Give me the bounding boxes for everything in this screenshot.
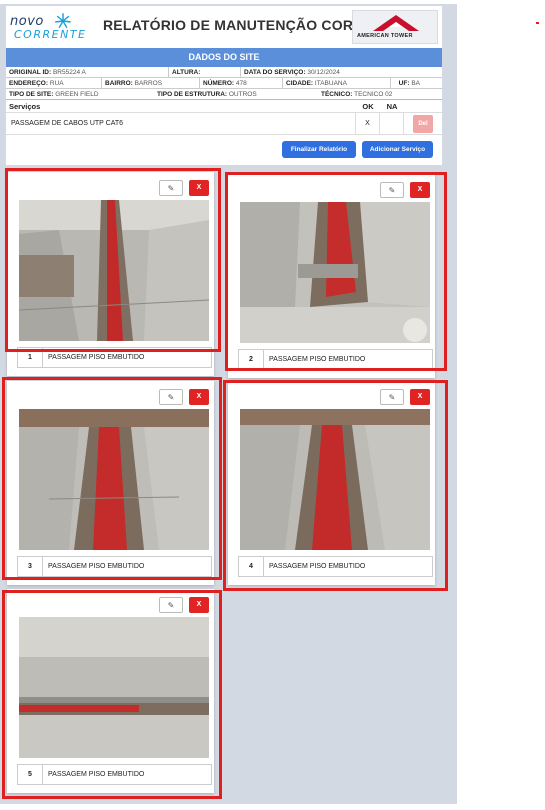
uf-cell: UF: BA xyxy=(398,80,420,87)
highlight-frame-2 xyxy=(225,172,447,371)
finalizar-relatorio-button[interactable]: Finalizar Relatório xyxy=(282,141,356,158)
section-title-band: DADOS DO SITE xyxy=(6,48,442,67)
highlight-frame-4 xyxy=(223,380,448,591)
novo-corrente-logo: novo CORRENTE xyxy=(10,13,87,41)
highlight-frame-5 xyxy=(2,590,222,799)
service-row: PASSAGEM DE CABOS UTP CAT6 X Del xyxy=(6,113,442,135)
info-row-3: TIPO DE SITE: GREEN FIELD TIPO DE ESTRUT… xyxy=(6,89,442,100)
bairro-cell: BAIRRO: BARROS xyxy=(102,78,200,88)
info-row-1: ORIGINAL ID: BR55224 A ALTURA: DATA DO S… xyxy=(6,67,442,78)
services-header: Serviços OK NA xyxy=(6,100,442,113)
cidade-cell: CIDADE: ITABUANA xyxy=(283,78,391,88)
report-sheet: novo CORRENTE RELATÓRIO DE MANUTENÇÃO CO… xyxy=(6,6,442,165)
red-marker xyxy=(536,22,539,24)
service-na-mark[interactable] xyxy=(380,113,404,134)
altura-cell: ALTURA: xyxy=(169,67,241,77)
action-buttons: Finalizar Relatório Adicionar Serviço xyxy=(6,135,442,165)
service-delete-button[interactable]: Del xyxy=(413,115,433,133)
service-ok-mark[interactable]: X xyxy=(356,113,380,134)
tipo-estrutura-cell: TIPO DE ESTRUTURA: OUTROS xyxy=(157,91,257,98)
american-tower-logo: AMERICAN TOWER xyxy=(352,10,438,44)
numero-cell: NÚMERO: 478 xyxy=(200,78,283,88)
info-row-2: ENDEREÇO: RUA BAIRRO: BARROS NÚMERO: 478… xyxy=(6,78,442,89)
tecnico-cell: TÉCNICO: TECNICO 02 xyxy=(321,91,393,98)
original-id-cell: ORIGINAL ID: BR55224 A xyxy=(6,67,169,77)
tipo-site-cell: TIPO DE SITE: GREEN FIELD xyxy=(9,91,99,98)
highlight-frame-1 xyxy=(5,168,221,352)
data-servico-cell: DATA DO SERVIÇO: 30/12/2024 xyxy=(244,69,340,76)
tower-logo-icon xyxy=(373,15,419,31)
endereco-cell: ENDEREÇO: RUA xyxy=(6,78,102,88)
highlight-frame-3 xyxy=(2,377,222,580)
adicionar-servico-button[interactable]: Adicionar Serviço xyxy=(362,141,433,158)
report-header: novo CORRENTE RELATÓRIO DE MANUTENÇÃO CO… xyxy=(6,6,442,46)
